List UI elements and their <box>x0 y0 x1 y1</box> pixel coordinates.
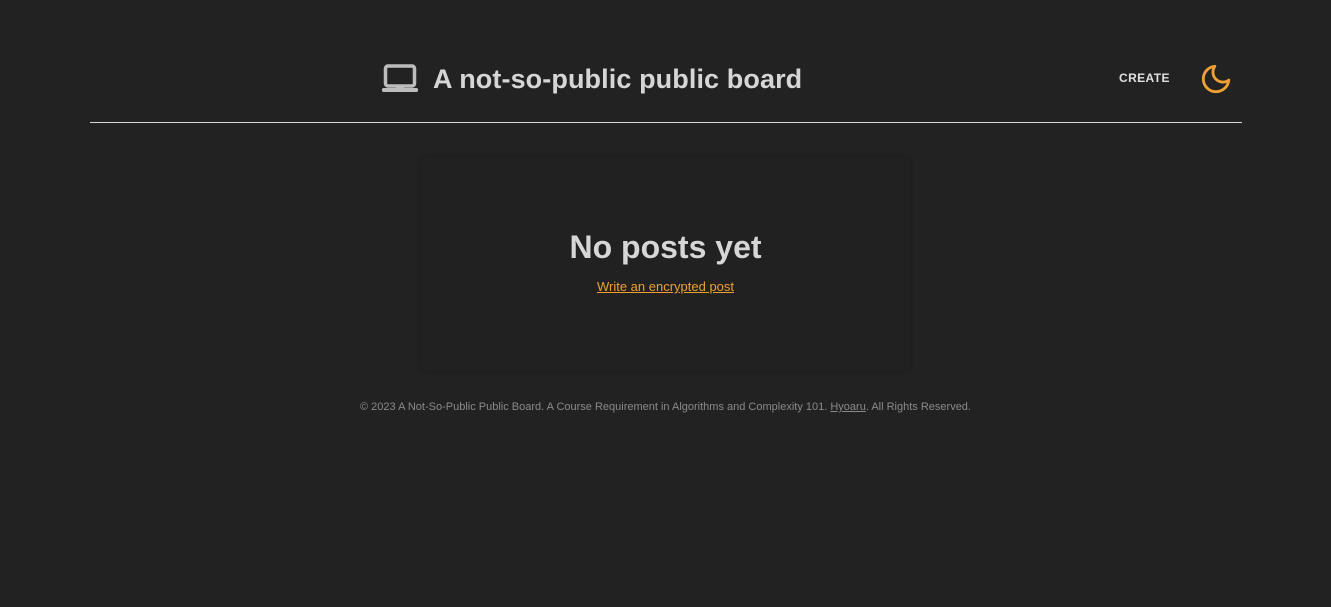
theme-toggle-button[interactable] <box>1199 62 1233 96</box>
site-title: A not-so-public public board <box>433 63 803 94</box>
author-link[interactable]: Hyoaru <box>830 401 865 413</box>
brand[interactable]: A not-so-public public board <box>382 60 802 98</box>
site-header: A not-so-public public board CREATE <box>90 0 1242 123</box>
write-post-link[interactable]: Write an encrypted post <box>597 279 734 294</box>
footer-copyright: © 2023 A Not-So-Public Public Board. A C… <box>360 401 831 413</box>
empty-state-action: Write an encrypted post <box>421 279 910 294</box>
empty-state-title: No posts yet <box>569 229 762 265</box>
footer-rights: . All Rights Reserved. <box>865 401 971 413</box>
empty-state-card: No posts yet Write an encrypted post <box>421 157 910 371</box>
site-footer: © 2023 A Not-So-Public Public Board. A C… <box>0 401 1331 413</box>
create-link[interactable]: CREATE <box>1119 71 1170 85</box>
laptop-icon <box>382 64 418 94</box>
moon-icon <box>1199 64 1233 100</box>
